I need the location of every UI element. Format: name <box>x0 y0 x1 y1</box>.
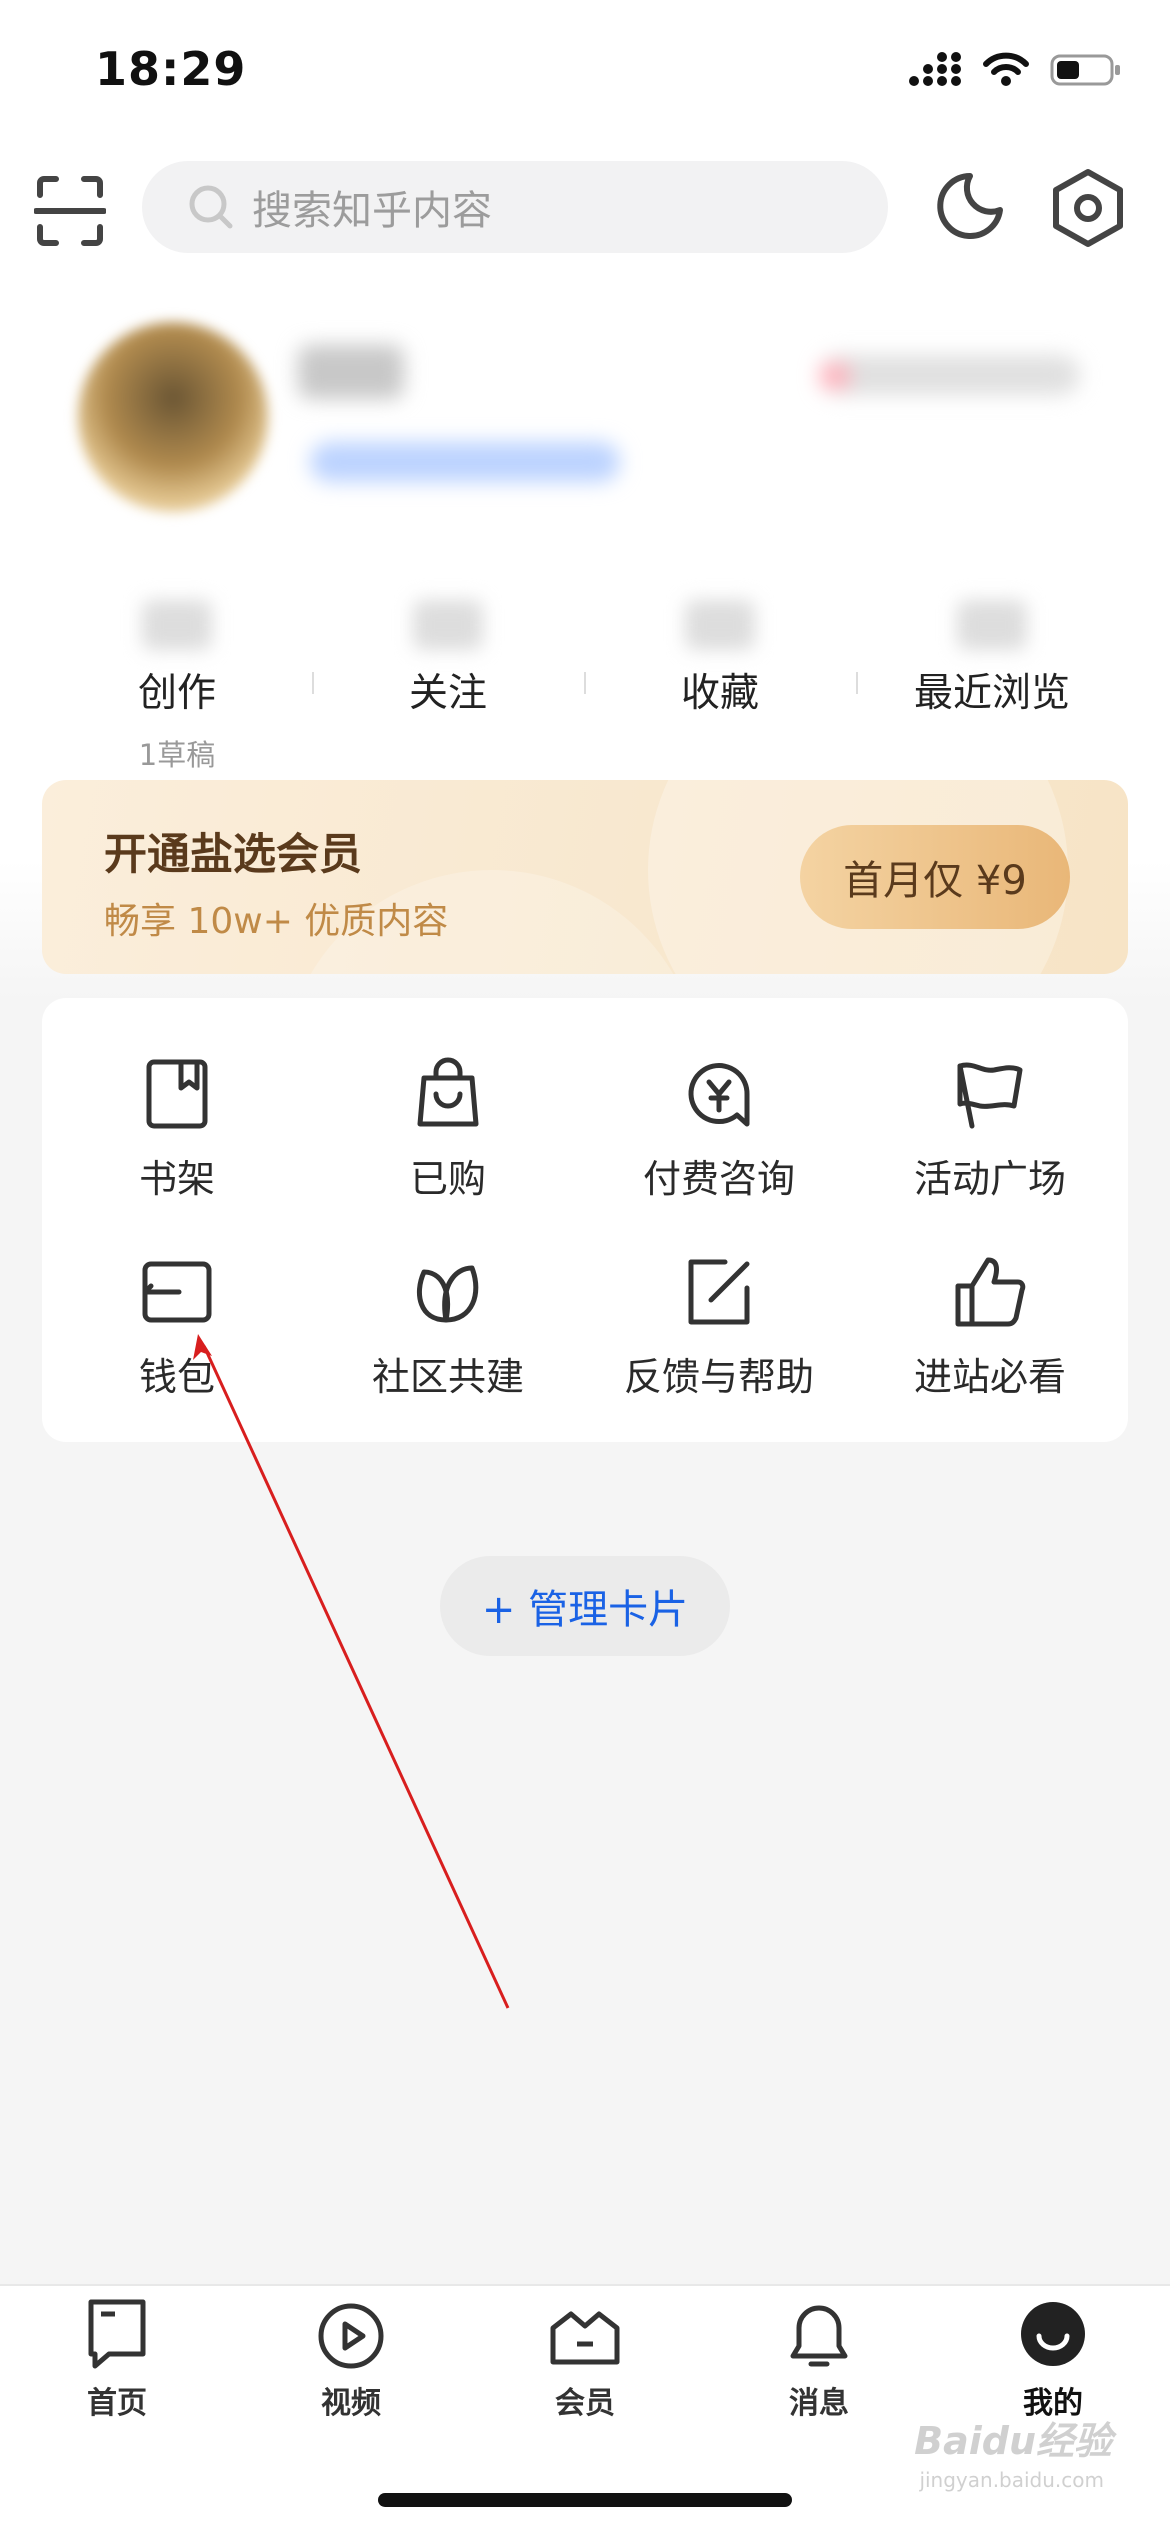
wifi-icon <box>983 52 1029 86</box>
video-play-icon <box>318 2303 384 2369</box>
tool-label: 付费咨询 <box>642 1157 795 1201</box>
crown-icon <box>550 2311 620 2365</box>
tool-activity[interactable]: 活动广场 <box>855 1056 1125 1203</box>
cellular-signal-icon <box>909 52 961 86</box>
stat-following[interactable]: 关注 <box>313 600 583 718</box>
profile-face-icon <box>1021 2302 1085 2366</box>
tab-label: 首页 <box>87 2386 147 2421</box>
community-leaf-icon <box>416 1265 479 1323</box>
wallet-icon <box>142 1261 212 1323</box>
paid-consult-icon <box>688 1063 750 1127</box>
vip-title: 开通盐选会员 <box>104 830 362 880</box>
search-icon <box>189 185 233 229</box>
vip-subscribe-button[interactable]: 首月仅 ¥9 <box>800 825 1070 929</box>
stat-favorites[interactable]: 收藏 <box>585 600 855 718</box>
tab-messages[interactable]: 消息 <box>702 2298 936 2422</box>
stat-recent[interactable]: 最近浏览 <box>857 600 1127 718</box>
tool-label: 书架 <box>138 1157 215 1201</box>
tab-home[interactable]: 首页 <box>0 2298 234 2422</box>
gear-icon <box>1053 169 1123 247</box>
tools-card: 书架 已购 付费咨询 活动广场 钱包 社区共建 反馈与帮助 进站必看 <box>42 998 1128 1442</box>
tab-video[interactable]: 视频 <box>234 2298 468 2422</box>
battery-icon <box>1050 54 1120 86</box>
manage-cards-button[interactable]: + 管理卡片 <box>440 1556 730 1656</box>
stat-label: 创作 <box>137 671 216 716</box>
settings-button[interactable] <box>1050 168 1126 248</box>
tool-feedback[interactable]: 反馈与帮助 <box>584 1254 854 1401</box>
username-blurred[interactable] <box>298 345 404 399</box>
status-icons <box>908 52 1122 88</box>
tab-label: 消息 <box>789 2386 849 2421</box>
stat-sub: 1草稿 <box>138 738 216 772</box>
tool-wallet[interactable]: 钱包 <box>42 1254 312 1401</box>
scan-icon <box>33 176 107 246</box>
stat-number-blurred <box>413 600 483 650</box>
shopping-bag-icon <box>417 1057 479 1127</box>
bookshelf-icon <box>146 1059 208 1129</box>
tab-label: 会员 <box>555 2386 615 2421</box>
bell-icon <box>790 2305 848 2367</box>
tool-label: 钱包 <box>138 1355 215 1399</box>
vip-subtitle: 畅享 10w+ 优质内容 <box>104 901 449 942</box>
status-time: 18:29 <box>95 42 247 96</box>
search-input[interactable]: 搜索知乎内容 <box>142 161 888 253</box>
stat-label: 最近浏览 <box>913 671 1070 716</box>
tool-label: 已购 <box>409 1157 486 1201</box>
watermark-url: jingyan.baidu.com <box>919 2468 1104 2492</box>
tool-label: 进站必看 <box>913 1355 1066 1399</box>
home-indicator[interactable] <box>378 2493 792 2507</box>
tool-label: 社区共建 <box>371 1355 524 1399</box>
tab-profile[interactable]: 我的 <box>936 2298 1170 2422</box>
stat-label: 关注 <box>408 671 487 716</box>
home-icon <box>88 2299 146 2369</box>
tool-community[interactable]: 社区共建 <box>313 1254 583 1401</box>
tool-label: 反馈与帮助 <box>623 1355 814 1399</box>
tab-member[interactable]: 会员 <box>468 2298 702 2422</box>
tool-label: 活动广场 <box>913 1157 1066 1201</box>
stat-number-blurred <box>685 600 755 650</box>
vip-banner[interactable]: 开通盐选会员 畅享 10w+ 优质内容 首月仅 ¥9 <box>42 780 1128 974</box>
tool-purchased[interactable]: 已购 <box>313 1056 583 1203</box>
thumbs-up-icon <box>955 1257 1026 1327</box>
tool-paid-consult[interactable]: 付费咨询 <box>584 1056 854 1203</box>
tool-bookshelf[interactable]: 书架 <box>42 1056 312 1203</box>
flag-icon <box>957 1062 1023 1129</box>
stat-creation[interactable]: 创作 1草稿 <box>42 600 312 774</box>
stat-label: 收藏 <box>680 671 759 716</box>
scan-button[interactable] <box>33 175 107 247</box>
feedback-edit-icon <box>688 1259 750 1325</box>
stat-number-blurred <box>142 600 212 650</box>
stat-number-blurred <box>957 600 1027 650</box>
tool-must-read[interactable]: 进站必看 <box>855 1254 1125 1401</box>
user-badge-blurred[interactable] <box>310 442 620 482</box>
search-placeholder: 搜索知乎内容 <box>252 188 492 234</box>
watermark-logo: Baidu经验 <box>914 2419 1112 2463</box>
avatar[interactable] <box>78 322 268 512</box>
dark-mode-button[interactable] <box>930 170 1006 246</box>
profile-entry-blurred[interactable] <box>820 355 1080 395</box>
moon-icon <box>937 173 1003 239</box>
tab-label: 视频 <box>321 2386 381 2421</box>
